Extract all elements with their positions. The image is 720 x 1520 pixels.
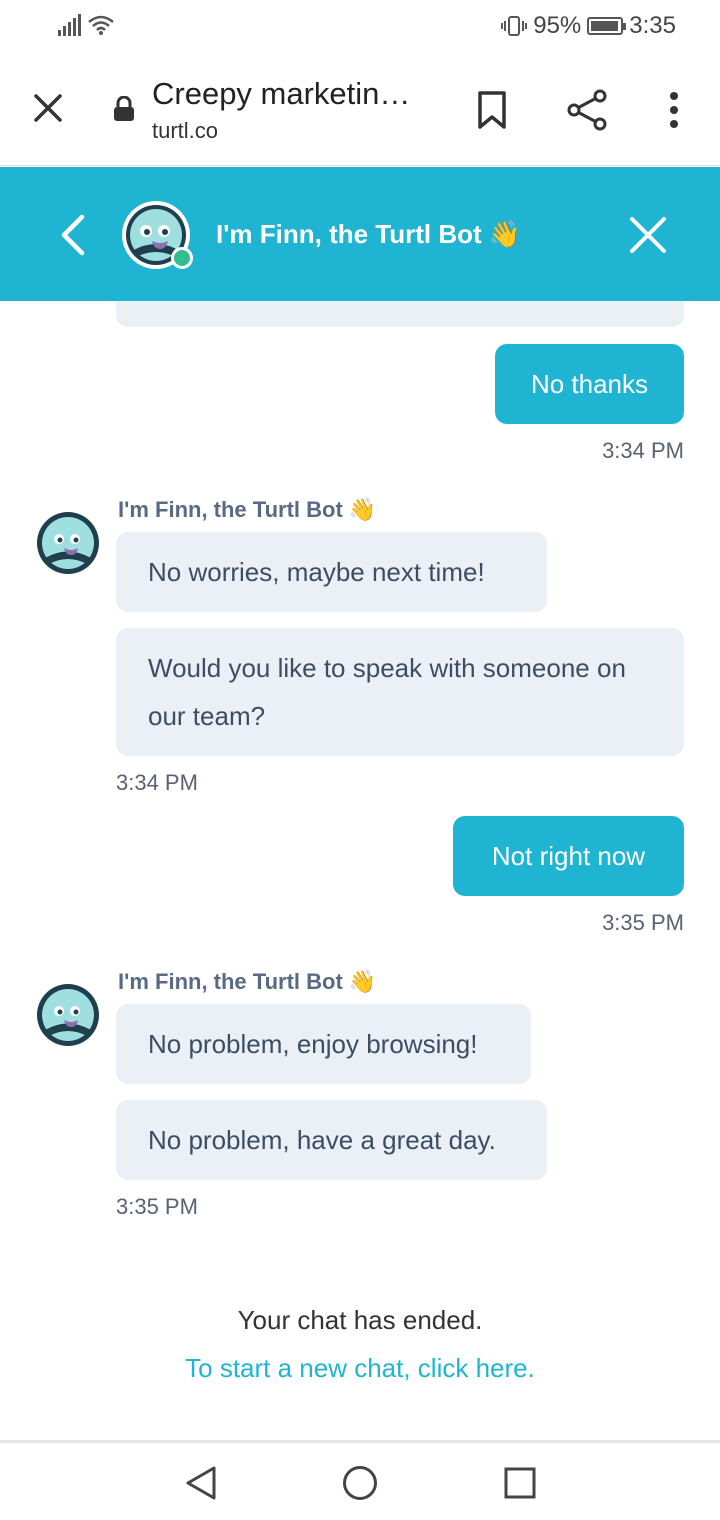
- user-message-text: Not right now: [491, 840, 646, 871]
- message-timestamp: 3:35 PM: [116, 1194, 198, 1219]
- wifi-icon: [88, 15, 114, 35]
- chat-ended-text: Your chat has ended.: [237, 1305, 483, 1335]
- browser-toolbar: Creepy marketin… turtl.co: [0, 56, 720, 166]
- nav-recents-icon[interactable]: [504, 1467, 536, 1499]
- nav-home-icon[interactable]: [342, 1465, 378, 1501]
- bot-message-bubble-cutoff: [116, 301, 684, 327]
- bot-name: I'm Finn, the Turtl Bot 👋: [118, 497, 377, 522]
- bot-message-text: Would you like to speak with someone on …: [148, 653, 626, 731]
- battery-icon: [587, 17, 627, 35]
- bot-message-bubble: Would you like to speak with someone on …: [116, 628, 684, 756]
- start-new-chat-link[interactable]: To start a new chat, click here.: [0, 1353, 720, 1384]
- bot-avatar: [37, 512, 99, 574]
- status-left: [58, 14, 115, 36]
- more-options-icon[interactable]: [660, 90, 688, 130]
- lock-icon: [114, 96, 134, 121]
- user-message-bubble: No thanks: [495, 344, 684, 424]
- close-tab-icon[interactable]: [28, 88, 68, 128]
- message-timestamp: 3:34 PM: [116, 770, 198, 795]
- share-icon[interactable]: [566, 88, 610, 132]
- chat-title: I'm Finn, the Turtl Bot 👋: [216, 219, 522, 249]
- message-timestamp: 3:34 PM: [602, 438, 684, 463]
- page-url[interactable]: turtl.co: [152, 118, 218, 144]
- chat-header: I'm Finn, the Turtl Bot 👋: [0, 167, 720, 301]
- vibrate-icon: [501, 16, 528, 36]
- close-chat-icon[interactable]: [626, 213, 670, 257]
- bot-message-bubble: No worries, maybe next time!: [116, 532, 547, 612]
- bookmark-icon[interactable]: [476, 90, 508, 130]
- status-right: 95% 3:35: [501, 12, 676, 40]
- nav-back-icon[interactable]: [184, 1465, 218, 1501]
- android-nav-bar: [0, 1440, 720, 1520]
- bot-avatar: [37, 984, 99, 1046]
- status-bar: 95% 3:35: [0, 0, 720, 56]
- signal-icon: [58, 14, 81, 36]
- bot-message-bubble: No problem, enjoy browsing!: [116, 1004, 531, 1084]
- bot-name: I'm Finn, the Turtl Bot 👋: [118, 969, 377, 994]
- chat-messages[interactable]: No thanks 3:34 PM I'm Finn, the Turtl Bo…: [0, 301, 720, 1440]
- page-title: Creepy marketin…: [152, 76, 411, 111]
- bot-message-text: No problem, have a great day.: [148, 1124, 496, 1155]
- clock: 3:35: [629, 12, 676, 39]
- bot-message-bubble: No problem, have a great day.: [116, 1100, 547, 1180]
- battery-fill: [591, 21, 618, 31]
- user-message-bubble: Not right now: [453, 816, 684, 896]
- online-status-dot: [171, 247, 193, 269]
- back-chevron-icon[interactable]: [56, 213, 92, 257]
- bot-message-text: No worries, maybe next time!: [148, 556, 485, 587]
- message-timestamp: 3:35 PM: [602, 910, 684, 935]
- battery-percent: 95%: [533, 12, 582, 39]
- bot-message-text: No problem, enjoy browsing!: [148, 1028, 478, 1059]
- user-message-text: No thanks: [530, 368, 649, 399]
